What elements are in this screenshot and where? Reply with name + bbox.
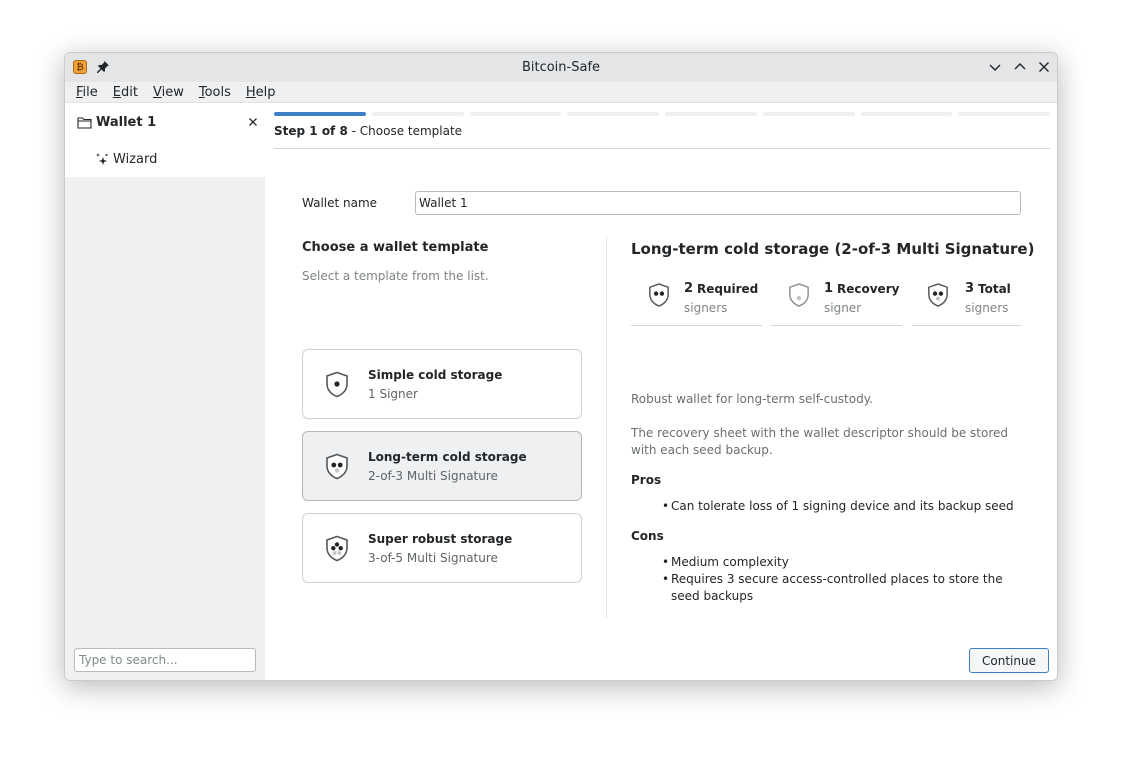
shield-recovery-icon [789,283,809,307]
sidebar-item-wallet[interactable]: Wallet 1 [65,103,265,141]
stat-sublabel: signers [684,301,728,315]
step-progress-bar [274,112,1050,117]
shield-three-dots-icon [928,283,948,307]
progress-segment [958,112,1050,116]
stat-number: 1 [824,281,834,296]
sparkle-icon [96,153,108,165]
stat-total: 3 Total signers [912,276,1021,326]
step-indicator: Step 1 of 8 - Choose template [274,124,462,138]
template-card-longterm[interactable]: Long-term cold storage 2-of-3 Multi Sign… [302,431,582,501]
template-name: Simple cold storage [368,368,503,382]
menu-view[interactable]: View [153,85,184,100]
templates-heading: Choose a wallet template [302,240,489,255]
progress-segment [274,112,366,116]
templates-subheading: Select a template from the list. [302,269,489,283]
cons-item-text: Medium complexity [671,555,789,569]
sidebar-item-label: Wizard [113,151,158,167]
window-title: Bitcoin-Safe [521,60,601,75]
stat-number: 2 [684,281,694,296]
menu-file[interactable]: File [76,85,98,100]
pros-heading: Pros [631,473,662,487]
stat-number: 3 [965,281,975,296]
menu-edit[interactable]: Edit [113,85,138,100]
stat-label: Total [978,282,1011,296]
template-desc: 1 Signer [368,387,418,401]
minimize-icon[interactable] [987,59,1003,75]
template-detail-title: Long-term cold storage (2-of-3 Multi Sig… [631,240,1035,258]
folder-icon [77,116,92,129]
sidebar-item-label: Wallet 1 [96,114,157,130]
progress-segment [665,112,757,116]
close-icon[interactable] [245,114,261,130]
shield-two-dots-icon [649,283,669,307]
stat-label: Recovery [837,282,900,296]
template-card-robust[interactable]: Super robust storage 3-of-5 Multi Signat… [302,513,582,583]
shield-single-dot-icon [326,371,348,398]
cons-heading: Cons [631,529,664,543]
stat-sublabel: signer [824,301,862,315]
stat-label: Required [697,282,759,296]
recovery-note: The recovery sheet with the wallet descr… [631,426,1009,457]
template-description: Robust wallet for long-term self-custody… [631,392,873,406]
template-desc: 3-of-5 Multi Signature [368,551,498,565]
template-card-simple[interactable]: Simple cold storage 1 Signer [302,349,582,419]
pros-item-text: Can tolerate loss of 1 signing device an… [671,499,1014,513]
shield-two-dots-icon [326,453,348,480]
stat-required: 2 Required signers [631,276,762,326]
stat-recovery: 1 Recovery signer [771,276,902,326]
sidebar-search-input[interactable] [74,648,256,672]
wizard-main: Step 1 of 8 - Choose template Wallet nam… [265,103,1057,680]
template-name: Long-term cold storage [368,450,527,464]
wallet-name-label: Wallet name [302,196,378,210]
step-count: Step 1 of 8 [274,124,348,138]
app-window: ₿ Bitcoin-Safe File Edit View Tools Help… [64,52,1058,681]
maximize-icon[interactable] [1012,59,1028,75]
continue-button[interactable]: Continue [969,648,1049,673]
menu-help[interactable]: Help [246,85,276,100]
divider [274,148,1050,149]
progress-segment [469,112,562,116]
title-bar: ₿ Bitcoin-Safe [65,53,1057,82]
progress-segment [371,112,464,116]
progress-segment [860,112,953,116]
template-desc: 2-of-3 Multi Signature [368,469,498,483]
close-window-icon[interactable] [1036,59,1052,75]
step-title: - Choose template [347,124,463,138]
stat-sublabel: signers [965,301,1009,315]
progress-segment [567,112,659,116]
template-name: Super robust storage [368,532,513,546]
sidebar: Wallet 1 Wizard [65,103,265,680]
sidebar-item-wizard[interactable]: Wizard [65,141,265,177]
column-divider [606,237,607,618]
wallet-name-input[interactable] [415,191,1021,215]
progress-segment [762,112,855,116]
menu-tools[interactable]: Tools [199,85,231,100]
shield-three-dots-icon [326,535,348,562]
cons-item-text: Requires 3 secure access-controlled plac… [671,572,1003,603]
menu-bar: File Edit View Tools Help [65,82,1057,103]
